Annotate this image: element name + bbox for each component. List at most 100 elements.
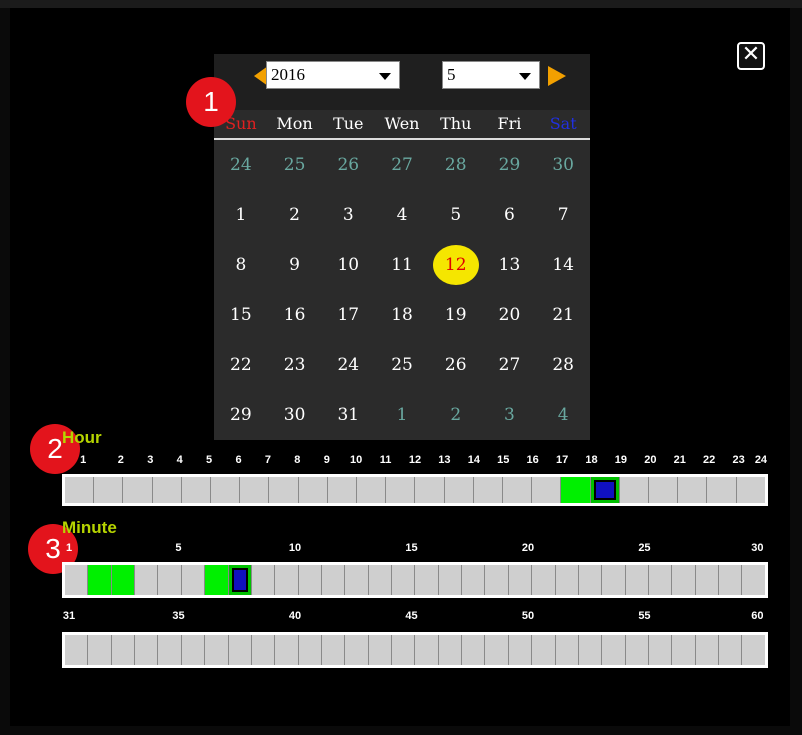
calendar-day[interactable]: 24: [321, 340, 375, 390]
hour-cell[interactable]: [65, 477, 94, 503]
minute-cell[interactable]: [367, 635, 392, 665]
minute-cell[interactable]: [577, 565, 602, 595]
minute-cell[interactable]: [391, 565, 415, 595]
hour-cell[interactable]: [677, 477, 707, 503]
calendar-day[interactable]: 9: [268, 240, 322, 290]
minute-cell[interactable]: [484, 635, 508, 665]
minute-cell[interactable]: [554, 565, 578, 595]
minute-cell[interactable]: [507, 565, 532, 595]
calendar-day[interactable]: 15: [214, 290, 268, 340]
calendar-day[interactable]: 30: [268, 390, 322, 440]
calendar-day[interactable]: 4: [536, 390, 590, 440]
minute-cell[interactable]: [461, 565, 485, 595]
minute-cell[interactable]: [65, 635, 88, 665]
minute-cell[interactable]: [320, 565, 345, 595]
hour-cell[interactable]: [443, 477, 473, 503]
calendar-day[interactable]: 2: [429, 390, 483, 440]
hour-cell[interactable]: [706, 477, 736, 503]
calendar-day[interactable]: 29: [483, 140, 537, 190]
calendar-day[interactable]: 25: [268, 140, 322, 190]
close-button[interactable]: ✕: [737, 42, 765, 70]
hour-cell[interactable]: [560, 477, 590, 503]
calendar-day[interactable]: 14: [536, 240, 590, 290]
calendar-day[interactable]: 5: [429, 190, 483, 240]
calendar-day[interactable]: 2: [268, 190, 322, 240]
calendar-day[interactable]: 21: [536, 290, 590, 340]
calendar-day[interactable]: 23: [268, 340, 322, 390]
hour-cell[interactable]: [648, 477, 678, 503]
calendar-day[interactable]: 27: [483, 340, 537, 390]
minute-timeline-row2[interactable]: [62, 632, 768, 668]
calendar-day[interactable]: 1: [375, 390, 429, 440]
calendar-day[interactable]: 12: [429, 240, 483, 290]
minute-cell[interactable]: [624, 565, 648, 595]
hour-cell[interactable]: [385, 477, 415, 503]
calendar-day[interactable]: 16: [268, 290, 322, 340]
hour-cell[interactable]: [618, 477, 649, 503]
minute-cell[interactable]: [65, 565, 88, 595]
minute-cell[interactable]: [531, 565, 555, 595]
calendar-day[interactable]: 18: [375, 290, 429, 340]
minute-cell[interactable]: [250, 635, 275, 665]
minute-cell[interactable]: [204, 565, 228, 595]
minute-cell[interactable]: [87, 635, 111, 665]
calendar-day[interactable]: 17: [321, 290, 375, 340]
calendar-day[interactable]: 3: [321, 190, 375, 240]
calendar-day[interactable]: 30: [536, 140, 590, 190]
minute-cell[interactable]: [344, 565, 368, 595]
minute-cell[interactable]: [437, 635, 462, 665]
calendar-day[interactable]: 7: [536, 190, 590, 240]
calendar-day[interactable]: 29: [214, 390, 268, 440]
year-select[interactable]: 2016: [266, 61, 400, 89]
minute-cell[interactable]: [157, 635, 181, 665]
hour-cell[interactable]: [268, 477, 298, 503]
minute-cell[interactable]: [601, 565, 625, 595]
hour-cell[interactable]: [414, 477, 444, 503]
minute-cell[interactable]: [274, 635, 298, 665]
hour-cell[interactable]: [589, 477, 619, 503]
minute-cell[interactable]: [274, 565, 298, 595]
hour-timeline[interactable]: [62, 474, 768, 506]
calendar-day[interactable]: 8: [214, 240, 268, 290]
minute-cell[interactable]: [227, 635, 251, 665]
minute-cell[interactable]: [437, 565, 462, 595]
calendar-day[interactable]: 24: [214, 140, 268, 190]
minute-cell[interactable]: [507, 635, 532, 665]
calendar-day[interactable]: 31: [321, 390, 375, 440]
calendar-day[interactable]: 28: [536, 340, 590, 390]
hour-cell[interactable]: [531, 477, 561, 503]
minute-cell[interactable]: [647, 635, 672, 665]
minute-cell[interactable]: [741, 635, 765, 665]
minute-cell[interactable]: [297, 635, 321, 665]
calendar-day[interactable]: 3: [483, 390, 537, 440]
minute-cell[interactable]: [671, 565, 695, 595]
hour-cell[interactable]: [326, 477, 357, 503]
minute-cell[interactable]: [157, 565, 181, 595]
hour-cell[interactable]: [122, 477, 152, 503]
minute-cell[interactable]: [110, 635, 135, 665]
minute-cell[interactable]: [531, 635, 555, 665]
next-month-arrow-icon[interactable]: [548, 66, 566, 86]
minute-cell[interactable]: [297, 565, 321, 595]
calendar-day[interactable]: 19: [429, 290, 483, 340]
calendar-day[interactable]: 6: [483, 190, 537, 240]
minute-cell[interactable]: [110, 565, 135, 595]
minute-cell[interactable]: [134, 635, 158, 665]
hour-cell[interactable]: [151, 477, 181, 503]
minute-cell[interactable]: [87, 565, 111, 595]
minute-cell[interactable]: [367, 565, 392, 595]
calendar-day[interactable]: 22: [214, 340, 268, 390]
minute-cell[interactable]: [414, 635, 438, 665]
hour-cell[interactable]: [239, 477, 269, 503]
minute-cell[interactable]: [694, 565, 719, 595]
minute-timeline-row1[interactable]: [62, 562, 768, 598]
minute-cell[interactable]: [718, 565, 742, 595]
minute-cell[interactable]: [414, 565, 438, 595]
hour-cell[interactable]: [297, 477, 327, 503]
minute-cell[interactable]: [180, 565, 205, 595]
minute-cell[interactable]: [250, 565, 275, 595]
hour-cell[interactable]: [472, 477, 503, 503]
calendar-day[interactable]: 11: [375, 240, 429, 290]
calendar-day[interactable]: 28: [429, 140, 483, 190]
minute-cell[interactable]: [741, 565, 765, 595]
